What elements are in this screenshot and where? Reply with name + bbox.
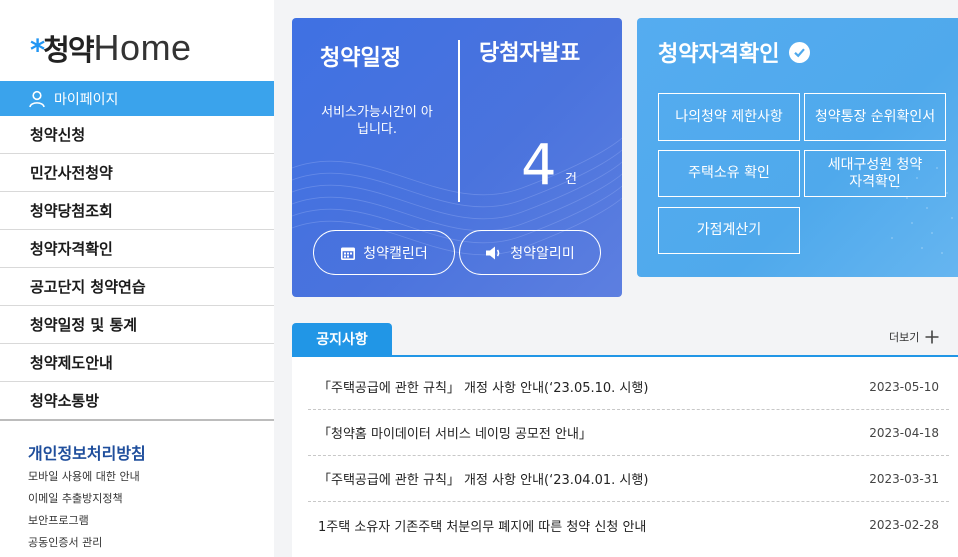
mobile-guide-link[interactable]: 모바일 사용에 대한 안내 bbox=[28, 466, 140, 488]
more-label: 더보기 bbox=[889, 331, 920, 344]
list-item[interactable]: 1주택 소유자 기존주택 처분의무 폐지에 따른 청약 신청 안내 2023-0… bbox=[308, 502, 949, 548]
schedule-card: 청약일정 서비스가능시간이 아닙니다. 당첨자발표 4 건 청약캘린더 청약알리… bbox=[292, 18, 622, 297]
sidebar-item-community[interactable]: 청약소통방 bbox=[0, 382, 274, 421]
sidebar: *청약 Home 마이페이지 청약신청 민간사전청약 청약당첨조회 청약자격확인… bbox=[0, 0, 274, 557]
check-circle-icon bbox=[789, 41, 811, 63]
notice-title[interactable]: 「주택공급에 관한 규칙」 개정 사항 안내(‘23.05.10. 시행) bbox=[308, 377, 648, 396]
notice-date: 2023-03-31 bbox=[869, 471, 939, 486]
plus-icon bbox=[925, 330, 939, 344]
schedule-title[interactable]: 청약일정 bbox=[320, 40, 401, 72]
winners-unit: 건 bbox=[565, 172, 577, 187]
sidebar-item-system-guide[interactable]: 청약제도안내 bbox=[0, 344, 274, 382]
email-policy-link[interactable]: 이메일 추출방지정책 bbox=[28, 488, 140, 510]
sidebar-item-apply[interactable]: 청약신청 bbox=[0, 116, 274, 154]
sidebar-menu: 청약신청 민간사전청약 청약당첨조회 청약자격확인 공고단지 청약연습 청약일정… bbox=[0, 116, 274, 421]
notice-title[interactable]: 「청약홈 마이데이터 서비스 네이밍 공모전 안내」 bbox=[308, 423, 592, 442]
qualification-title: 청약자격확인 bbox=[658, 36, 811, 68]
notice-date: 2023-02-28 bbox=[869, 518, 939, 532]
mypage-label: 마이페이지 bbox=[54, 91, 119, 108]
winners-title[interactable]: 당첨자발표 bbox=[479, 40, 589, 68]
qualification-card: 청약자격확인 나의청약 제한사항 청약통장 순위확인서 주택소유 확인 세대구성… bbox=[637, 18, 958, 277]
person-icon bbox=[29, 90, 45, 107]
my-restrictions-button[interactable]: 나의청약 제한사항 bbox=[658, 93, 800, 141]
notice-date: 2023-05-10 bbox=[869, 379, 939, 394]
security-program-link[interactable]: 보안프로그램 bbox=[28, 510, 140, 532]
sidebar-item-private-preapply[interactable]: 민간사전청약 bbox=[0, 154, 274, 192]
logo-english: Home bbox=[93, 27, 192, 68]
calendar-label: 청약캘린더 bbox=[363, 245, 428, 262]
house-ownership-button[interactable]: 주택소유 확인 bbox=[658, 150, 800, 197]
winners-count[interactable]: 4 bbox=[521, 136, 557, 196]
sidebar-item-practice[interactable]: 공고단지 청약연습 bbox=[0, 268, 274, 306]
tab-notices[interactable]: 공지사항 bbox=[292, 323, 392, 355]
speaker-icon bbox=[486, 246, 500, 259]
notice-title[interactable]: 1주택 소유자 기존주택 처분의무 폐지에 따른 청약 신청 안내 bbox=[308, 516, 646, 535]
notice-tab-underline bbox=[292, 355, 958, 357]
notice-list: 「주택공급에 관한 규칙」 개정 사항 안내(‘23.05.10. 시행) 20… bbox=[308, 364, 949, 548]
calendar-button[interactable]: 청약캘린더 bbox=[313, 230, 455, 275]
logo-korean: *청약 bbox=[30, 33, 95, 67]
alarm-label: 청약알리미 bbox=[510, 245, 575, 262]
sidebar-item-schedule-stats[interactable]: 청약일정 및 통계 bbox=[0, 306, 274, 344]
alarm-button[interactable]: 청약알리미 bbox=[459, 230, 601, 275]
calendar-icon bbox=[341, 247, 356, 260]
privacy-policy-link[interactable]: 개인정보처리방침 bbox=[28, 440, 146, 464]
mypage-link[interactable]: 마이페이지 bbox=[0, 81, 274, 116]
account-rank-button[interactable]: 청약통장 순위확인서 bbox=[804, 93, 946, 141]
more-link[interactable]: 더보기 bbox=[889, 329, 939, 345]
sidebar-item-winner-inquiry[interactable]: 청약당첨조회 bbox=[0, 192, 274, 230]
list-item[interactable]: 「주택공급에 관한 규칙」 개정 사항 안내(‘23.04.01. 시행) 20… bbox=[308, 456, 949, 502]
service-unavailable-message: 서비스가능시간이 아닙니다. bbox=[321, 105, 433, 137]
certificate-link[interactable]: 공동인증서 관리 bbox=[28, 532, 140, 554]
notice-date: 2023-04-18 bbox=[869, 425, 939, 440]
notice-title[interactable]: 「주택공급에 관한 규칙」 개정 사항 안내(‘23.04.01. 시행) bbox=[308, 469, 648, 488]
sidebar-item-qualification[interactable]: 청약자격확인 bbox=[0, 230, 274, 268]
site-logo[interactable]: *청약 Home bbox=[30, 26, 192, 70]
list-item[interactable]: 「주택공급에 관한 규칙」 개정 사항 안내(‘23.05.10. 시행) 20… bbox=[308, 364, 949, 410]
footer-links: 모바일 사용에 대한 안내 이메일 추출방지정책 보안프로그램 공동인증서 관리 bbox=[28, 466, 140, 554]
list-item[interactable]: 「청약홈 마이데이터 서비스 네이밍 공모전 안내」 2023-04-18 bbox=[308, 410, 949, 456]
card-divider bbox=[458, 40, 460, 202]
household-qualification-button[interactable]: 세대구성원 청약자격확인 bbox=[804, 150, 946, 197]
point-calculator-button[interactable]: 가점계산기 bbox=[658, 207, 800, 254]
